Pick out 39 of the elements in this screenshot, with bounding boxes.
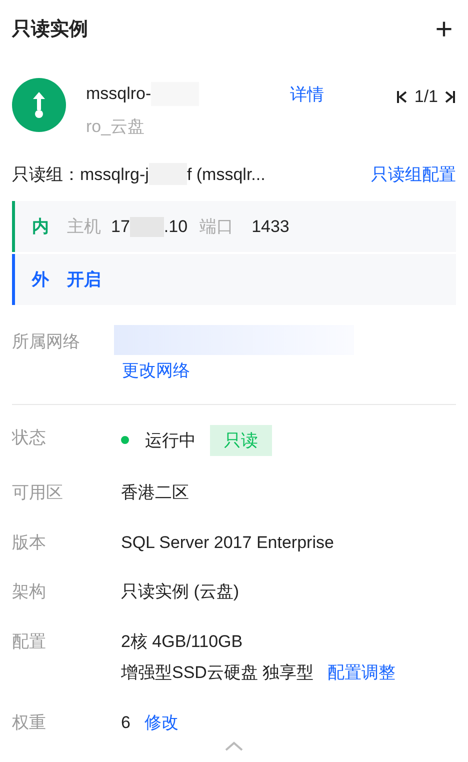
field-value: 2核 4GB/110GB bbox=[121, 630, 244, 652]
host-label: 主机 bbox=[67, 216, 101, 238]
add-button[interactable]: + bbox=[432, 16, 456, 44]
host-start: 17 bbox=[111, 216, 130, 238]
external-status: 开启 bbox=[67, 268, 101, 291]
field-value: 只读实例 (云盘) bbox=[121, 581, 240, 603]
internal-tag: 内 bbox=[32, 214, 49, 240]
field-label: 架构 bbox=[12, 581, 47, 603]
field-value: SQL Server 2017 Enterprise bbox=[121, 532, 334, 554]
instance-icon bbox=[12, 78, 66, 132]
port-value: 1433 bbox=[252, 216, 290, 238]
host-end: .10 bbox=[164, 216, 188, 238]
instance-subtitle: ro_云盘 bbox=[86, 116, 146, 138]
group-config-link[interactable]: 只读组配置 bbox=[371, 162, 456, 187]
read-only-badge: 只读 bbox=[210, 424, 272, 456]
field-label: 权重 bbox=[12, 712, 47, 734]
modify-link[interactable]: 修改 bbox=[144, 710, 178, 735]
port-label: 端口 bbox=[200, 216, 234, 238]
external-tag: 外 bbox=[32, 266, 49, 292]
field-value: 6 bbox=[121, 712, 130, 734]
group-label: 只读组： bbox=[12, 164, 80, 186]
field-value: 运行中 bbox=[145, 430, 196, 452]
detail-link[interactable]: 详情 bbox=[290, 82, 324, 108]
field-label: 状态 bbox=[12, 426, 47, 448]
instance-name: mssqlro- bbox=[86, 83, 152, 106]
change-network-link[interactable]: 更改网络 bbox=[122, 358, 190, 384]
field-label: 可用区 bbox=[12, 482, 64, 504]
config-adjust-link[interactable]: 配置调整 bbox=[328, 660, 396, 686]
panel-title: 只读实例 bbox=[12, 18, 88, 42]
last-page-icon[interactable] bbox=[444, 90, 456, 104]
group-name-start: mssqlrg-j bbox=[80, 164, 149, 186]
group-name-end: f (mssqlr... bbox=[186, 164, 266, 186]
field-value: 增强型SSD云硬盘 独享型 bbox=[121, 662, 314, 684]
field-label: 配置 bbox=[12, 630, 47, 652]
page-indicator: 1/1 bbox=[414, 86, 438, 108]
field-label: 版本 bbox=[12, 532, 47, 554]
network-label: 所属网络 bbox=[12, 331, 81, 353]
field-value: 香港二区 bbox=[121, 482, 189, 504]
first-page-icon[interactable] bbox=[396, 90, 408, 104]
